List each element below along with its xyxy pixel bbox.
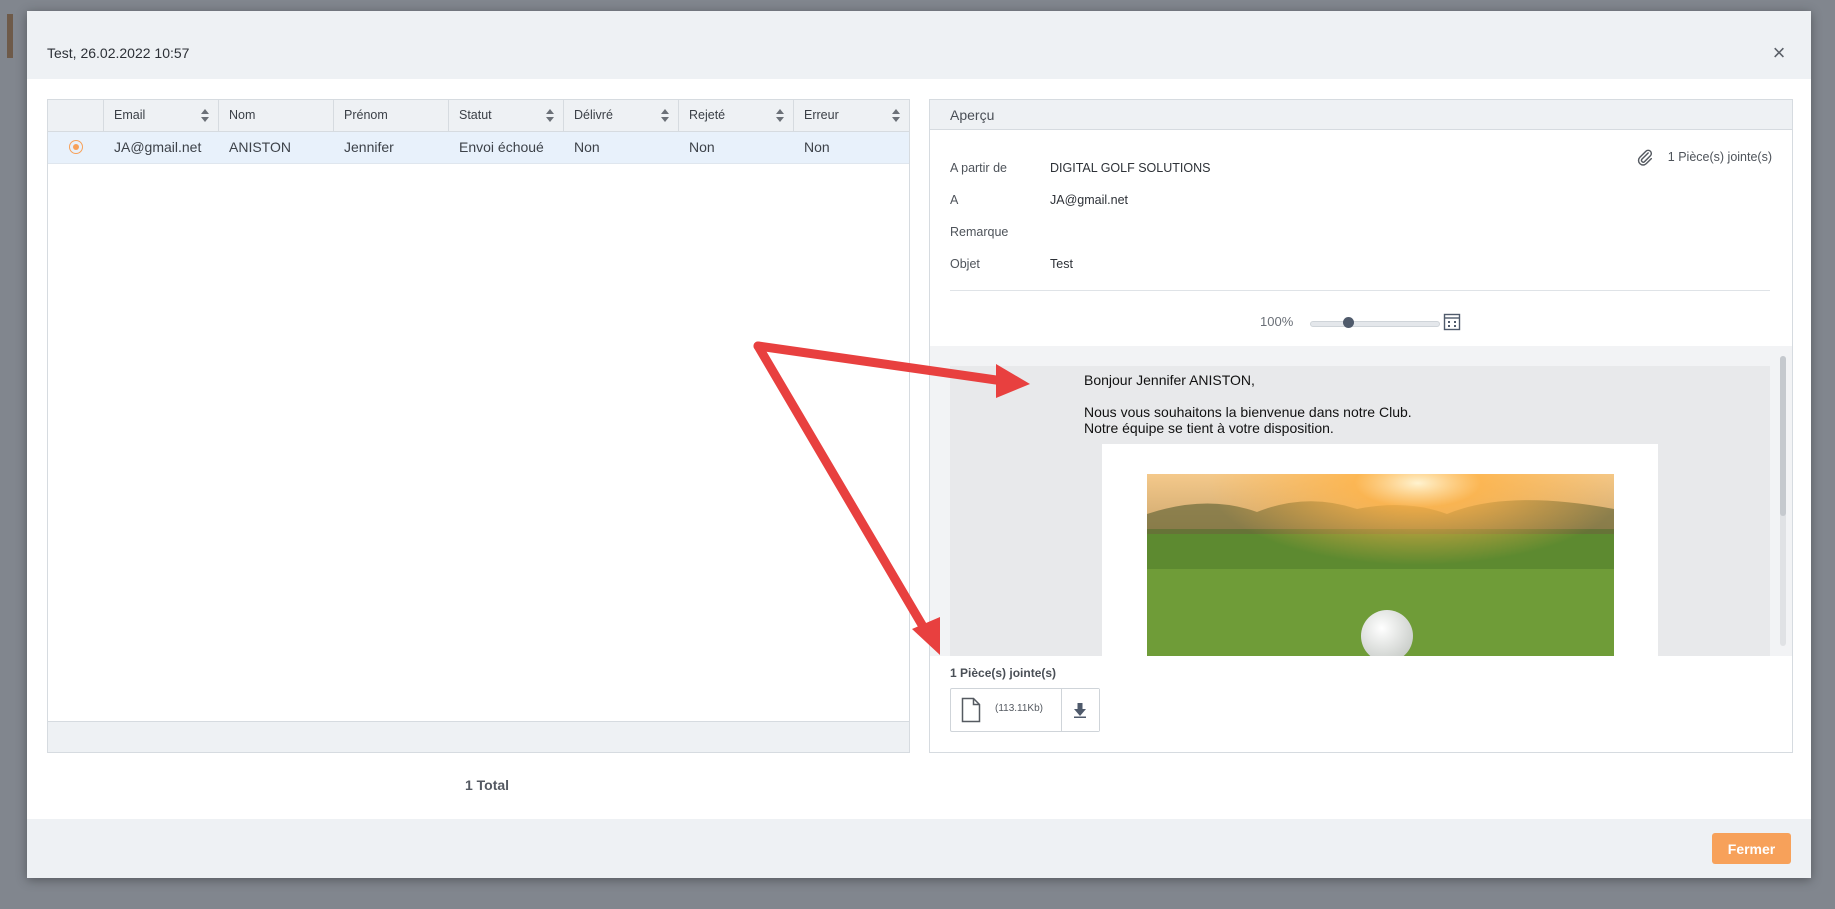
to-value: JA@gmail.net xyxy=(1050,193,1128,207)
column-header-rejete[interactable]: Rejeté xyxy=(679,100,794,131)
golf-ball-photo xyxy=(1147,474,1614,656)
sort-icon[interactable] xyxy=(201,109,209,122)
email-detail-dialog: Test, 26.02.2022 10:57 × Email Nom Préno… xyxy=(27,11,1811,878)
preview-scrollbar-thumb[interactable] xyxy=(1780,356,1786,516)
cell-nom: ANISTON xyxy=(229,139,291,155)
email-greeting: Bonjour Jennifer ANISTON, xyxy=(1084,372,1255,388)
column-header-erreur[interactable]: Erreur xyxy=(794,100,909,131)
from-value: DIGITAL GOLF SOLUTIONS xyxy=(1050,161,1211,175)
recipients-grid: Email Nom Prénom Statut Délivré Rejeté E… xyxy=(47,99,910,753)
row-select-cell[interactable] xyxy=(48,132,104,163)
attachments-summary[interactable]: 1 Pièce(s) jointe(s) xyxy=(1636,148,1772,166)
attachment-size: (113.11Kb) xyxy=(995,703,1043,714)
attachment-item[interactable]: (113.11Kb) xyxy=(950,688,1100,732)
column-header-nom[interactable]: Nom xyxy=(219,100,334,131)
column-header-email[interactable]: Email xyxy=(104,100,219,131)
email-line-1: Nous vous souhaitons la bienvenue dans n… xyxy=(1084,404,1412,420)
zoom-control: 100% xyxy=(930,310,1792,334)
sort-icon[interactable] xyxy=(776,109,784,122)
column-header-statut[interactable]: Statut xyxy=(449,100,564,131)
attachments-label: 1 Pièce(s) jointe(s) xyxy=(950,666,1057,680)
total-count: 1 Total xyxy=(464,777,510,793)
row-radio-selected[interactable] xyxy=(69,140,83,154)
preview-panel: Aperçu A partir de DIGITAL GOLF SOLUTIONS… xyxy=(929,99,1793,753)
grid-footer xyxy=(48,721,909,752)
to-label: A xyxy=(950,193,959,207)
divider xyxy=(950,290,1770,291)
cell-rejete: Non xyxy=(689,139,715,155)
email-content: Bonjour Jennifer ANISTON, Nous vous souh… xyxy=(950,366,1770,656)
cell-delivre: Non xyxy=(574,139,600,155)
select-column-header xyxy=(48,100,104,131)
grid-header: Email Nom Prénom Statut Délivré Rejeté E… xyxy=(48,100,909,132)
close-button[interactable]: Fermer xyxy=(1712,833,1791,864)
from-label: A partir de xyxy=(950,161,1007,175)
cell-email: JA@gmail.net xyxy=(114,139,202,155)
cell-statut: Envoi échoué xyxy=(459,139,544,155)
fit-to-page-icon[interactable] xyxy=(1443,313,1461,331)
subject-label: Objet xyxy=(950,257,980,271)
email-meta: A partir de DIGITAL GOLF SOLUTIONS A JA@gm… xyxy=(950,152,1210,280)
column-header-delivre[interactable]: Délivré xyxy=(564,100,679,131)
close-icon[interactable]: × xyxy=(1767,41,1791,65)
download-icon xyxy=(1074,703,1086,718)
zoom-slider[interactable] xyxy=(1310,321,1440,327)
column-header-prenom[interactable]: Prénom xyxy=(334,100,449,131)
dialog-header: Test, 26.02.2022 10:57 × xyxy=(27,11,1811,79)
dialog-title: Test, 26.02.2022 10:57 xyxy=(47,45,190,61)
dialog-footer: Fermer xyxy=(27,819,1811,878)
email-body-text: Bonjour Jennifer ANISTON, Nous vous souh… xyxy=(1084,372,1412,436)
file-icon xyxy=(961,697,981,723)
zoom-level-label: 100% xyxy=(1260,314,1294,329)
paperclip-icon xyxy=(1637,149,1652,166)
preview-title: Aperçu xyxy=(930,100,1792,130)
email-line-2: Notre équipe se tient à votre dispositio… xyxy=(1084,420,1334,436)
cell-prenom: Jennifer xyxy=(344,139,394,155)
sort-icon[interactable] xyxy=(892,109,900,122)
cell-erreur: Non xyxy=(804,139,830,155)
email-preview-area[interactable]: Bonjour Jennifer ANISTON, Nous vous souh… xyxy=(930,346,1792,656)
table-row[interactable]: JA@gmail.net ANISTON Jennifer Envoi écho… xyxy=(48,132,909,164)
attachments-count: 1 Pièce(s) jointe(s) xyxy=(1667,150,1772,164)
sort-icon[interactable] xyxy=(661,109,669,122)
remark-label: Remarque xyxy=(950,225,1009,239)
email-image-card xyxy=(1102,444,1658,656)
subject-value: Test xyxy=(1050,257,1073,271)
sort-icon[interactable] xyxy=(546,109,554,122)
download-button[interactable] xyxy=(1061,689,1099,731)
